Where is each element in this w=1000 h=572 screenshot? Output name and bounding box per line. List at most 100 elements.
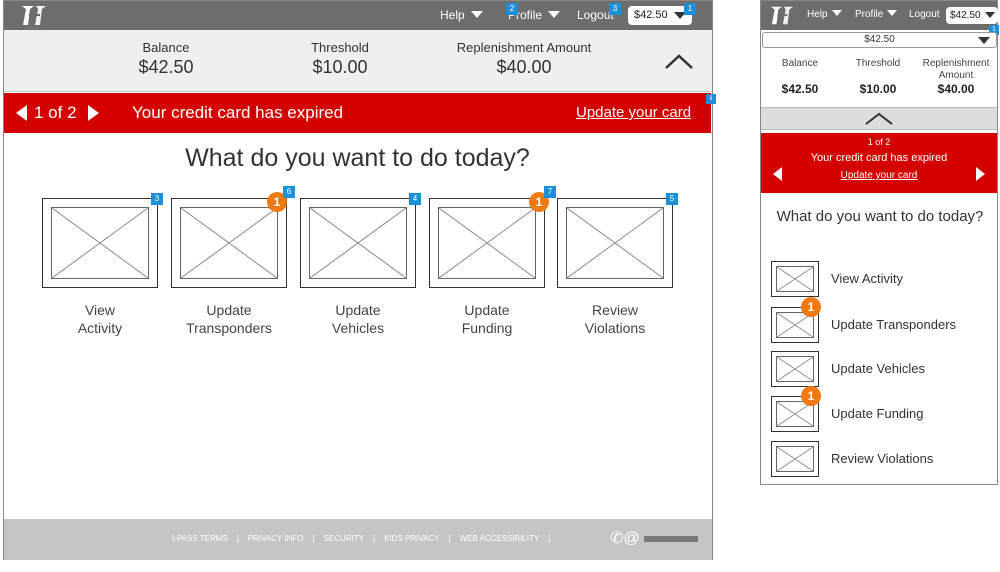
tile-label-line: Funding [461,320,513,336]
tile-label-line: Transponders [186,320,272,336]
replenishment-value: $40.00 [496,57,552,77]
tile-update-vehicles[interactable] [300,198,416,288]
arrow-left-icon[interactable] [773,167,782,181]
footer-links: I-PASS TERMS | PRIVACY INFO | SECURITY | KIDS … [172,534,559,543]
footer-link-privacy[interactable]: PRIVACY INFO [248,534,304,543]
footer-link-terms[interactable]: I-PASS TERMS [172,534,228,543]
list-item-label: Update Transponders [831,317,957,332]
balance-select[interactable]: $42.50 [762,32,997,48]
footer-separator: | [548,534,551,543]
chevron-up-icon[interactable] [664,52,694,70]
notification-badge: 1 [801,386,821,406]
tile-update-transponders[interactable] [171,198,287,288]
tile-label-update-transponders[interactable]: Update Transponders [164,301,294,337]
balance-dropdown-value: $42.50 [634,9,668,21]
image-placeholder-icon [777,357,813,381]
collapse-summary-button[interactable] [761,107,997,130]
alert-pager: 1 of 2 [867,137,891,147]
balance-select-value: $42.50 [864,34,895,45]
list-item-label: Update Funding [831,406,924,421]
list-item-update-funding[interactable]: 1 Update Funding [771,386,991,432]
tile-label-view-activity[interactable]: View Activity [35,301,165,337]
help-menu[interactable]: Help [440,8,483,22]
page-question: What do you want to do today? [185,144,530,172]
help-menu[interactable]: Help [807,9,842,20]
footer-link-accessibility[interactable]: WEB ACCESSIBILITY [460,534,540,543]
balance-dropdown-value: $42.50 [950,10,981,21]
list-item-label: Review Violations [831,451,934,466]
update-card-link[interactable]: Update your card [761,170,997,181]
list-item-label: View Activity [831,271,904,286]
list-item-review-violations[interactable]: Review Violations [771,441,991,477]
threshold-label: Threshold [311,40,369,55]
profile-menu[interactable]: Profile [855,9,898,20]
mobile-wireframe: Help Profile Logout $42.50 1 $42.50 Bala… [760,0,999,485]
tile-update-funding[interactable] [429,198,545,288]
tile-label-line: View [84,302,116,318]
image-placeholder-icon [52,208,148,278]
annotation-badge: 4 [409,193,421,205]
tile-label-line: Review [592,302,638,318]
replenishment-summary: Replenishment Amount $40.00 [917,58,995,96]
arrow-right-icon[interactable] [976,167,985,181]
caret-down-icon [887,10,898,16]
arrow-left-icon[interactable] [16,105,27,121]
caret-down-icon [985,12,995,18]
image-placeholder-icon [567,208,663,278]
annotation-badge: 6 [283,186,295,198]
balance-dropdown[interactable]: $42.50 [946,7,998,24]
balance-value: $42.50 [138,57,194,77]
alert-pager: 1 of 2 [34,103,77,122]
footer-separator: | [448,534,451,543]
annotation-badge: 2 [506,3,518,15]
image-placeholder-icon [777,267,813,291]
list-item-update-vehicles[interactable]: Update Vehicles [771,351,991,387]
footer-link-security[interactable]: SECURITY [324,534,364,543]
replenishment-value: $40.00 [937,82,975,96]
mobile-alert-banner: 1 of 2 Your credit card has expired Upda… [761,133,997,193]
caret-down-icon [831,10,842,16]
caret-down-icon [548,11,561,18]
logout-link[interactable]: Logout [909,9,940,20]
footer: I-PASS TERMS | PRIVACY INFO | SECURITY | KIDS … [4,519,712,560]
tile-label-line: Update [206,302,252,318]
page-question: What do you want to do today? [776,208,984,225]
help-label: Help [440,8,465,22]
annotation-badge: 3 [151,193,163,205]
balance-label: Balance [781,58,819,69]
replenishment-label: Replenishment Amount [456,40,592,55]
tile-label-line: Vehicles [331,320,385,336]
balance-dropdown[interactable]: $42.50 [628,6,692,25]
mobile-top-nav-bar: Help Profile Logout $42.50 [761,1,998,30]
image-placeholder-icon [310,208,406,278]
footer-link-kids-privacy[interactable]: KIDS PRIVACY [384,534,439,543]
balance-value: $42.50 [781,82,819,96]
tile-label-review-violations[interactable]: Review Violations [550,301,680,337]
annotation-badge: 5 [666,193,678,205]
balance-summary: Balance $42.50 [761,58,839,96]
tile-label-line: Violations [584,320,646,336]
caret-down-icon [470,11,483,18]
tile-review-violations[interactable] [557,198,673,288]
threshold-summary: Threshold $10.00 [839,58,917,96]
footer-separator: | [236,534,239,543]
ipass-logo-icon[interactable] [769,4,795,27]
account-summary: Balance $42.50 Threshold $10.00 Replenis… [4,30,712,92]
tile-label-update-funding[interactable]: Update Funding [422,301,552,337]
tile-label-update-vehicles[interactable]: Update Vehicles [293,301,423,337]
threshold-label: Threshold [855,58,901,69]
image-placeholder-icon [181,208,277,278]
tile-label-line: Update [464,302,510,318]
ipass-logo-icon[interactable] [20,3,48,28]
help-label: Help [807,9,828,20]
mobile-account-summary: Balance $42.50 Threshold $10.00 Replenis… [761,50,997,104]
arrow-right-icon[interactable] [88,105,99,121]
alert-banner: 1 of 2 Your credit card has expired Upda… [4,93,711,133]
list-item-update-transponders[interactable]: 1 Update Transponders [771,297,991,343]
tile-view-activity[interactable] [42,198,158,288]
threshold-value: $10.00 [859,82,897,96]
list-item-view-activity[interactable]: View Activity [771,261,991,297]
update-card-link[interactable]: Update your card [576,104,691,121]
phone-email-icon[interactable]: ✆@ [610,528,640,548]
chevron-up-icon [865,112,893,125]
